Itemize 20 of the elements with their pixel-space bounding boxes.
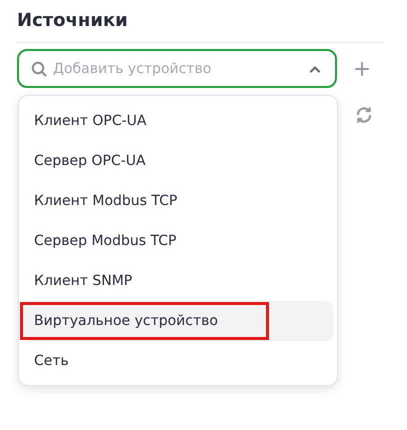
menu-item-label: Сервер OPC-UA — [34, 152, 146, 171]
panel-title: Источники — [17, 9, 129, 33]
menu-item-label: Клиент OPC-UA — [34, 112, 146, 131]
caret-icon — [309, 64, 321, 72]
menu-item-label: Сервер Modbus TCP — [34, 232, 176, 251]
search-icon — [31, 60, 47, 76]
plus-icon[interactable] — [355, 62, 369, 76]
menu-item[interactable]: Виртуальное устройство — [23, 301, 333, 341]
refresh-icon[interactable] — [355, 106, 373, 124]
menu-item[interactable]: Сервер OPC-UA — [23, 141, 333, 181]
menu-item-label: Сеть — [34, 352, 69, 371]
menu-item[interactable]: Клиент OPC-UA — [23, 101, 333, 141]
menu-item-label: Виртуальное устройство — [23, 305, 266, 337]
menu-item[interactable]: Клиент Modbus TCP — [23, 181, 333, 221]
menu-item[interactable]: Сервер Modbus TCP — [23, 221, 333, 261]
menu-item[interactable]: Клиент SNMP — [23, 261, 333, 301]
menu-item-label: Клиент Modbus TCP — [34, 192, 178, 211]
menu-item-label: Клиент SNMP — [34, 272, 132, 291]
menu-item[interactable]: Сеть — [23, 341, 333, 381]
placeholder-text: Добавить устройство — [53, 60, 212, 76]
